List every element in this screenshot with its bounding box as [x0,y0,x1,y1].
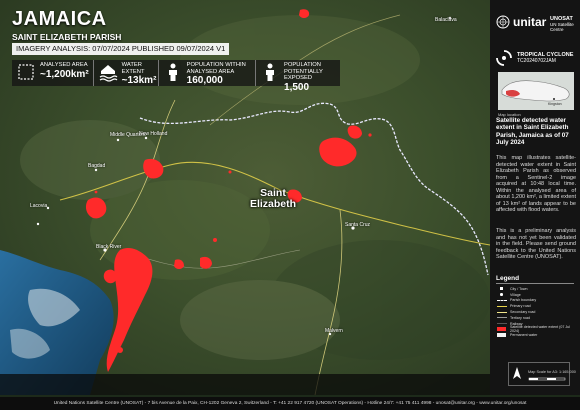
stat-water-extent: WATER EXTENT ~13km² [94,60,159,86]
legend-label: Primary road [510,304,531,309]
place-label: Balaclava [435,17,457,23]
inset-map: Kingston [498,72,574,110]
hazard-block: TROPICAL CYCLONE TC20240702JAM [496,50,573,66]
legend-divider [496,283,574,284]
stat-value: ~13km² [121,75,157,86]
stats-panel: ANALYSED AREA ~1,200km² WATER EXTENT ~13… [12,60,340,93]
north-arrow-icon [513,367,566,381]
line-dash-white-icon [496,299,507,301]
brand-name: unitar [513,15,547,29]
stat-label: POPULATION WITHIN ANALYSED AREA [186,62,246,75]
stat-label: WATER EXTENT [121,62,145,75]
place-label: Bagdad [88,163,106,169]
unitar-logo: unitar [496,15,546,29]
legend-label: Village [510,292,521,297]
line-lightyellow-icon [496,311,507,313]
legend-label: Permanent water [510,333,538,338]
place-label: New Holland [139,131,168,137]
scale-box [508,362,570,386]
fill-white-icon [497,333,506,338]
scale-text: Map Scale for A3: 1:165,000 [528,370,576,374]
stat-analysed-area: ANALYSED AREA ~1,200km² [12,60,94,86]
legend-title: Legend [496,275,520,282]
info-sidebar: unitar UNOSAT UN Satellite Centre TROPIC… [490,0,580,395]
footer: United Nations Satellite Centre (UNOSAT)… [0,397,580,410]
map-title: Satellite detected water extent in Saint… [496,117,569,146]
stat-value: ~1,200km² [40,68,89,80]
stat-label: ANALYSED AREA [40,62,88,68]
square-white-icon [500,287,503,291]
place-label: Lacovia [30,203,48,209]
stat-label: POPULATION POTENTIALLY EXPOSED [284,62,323,81]
analysis-date-bar: IMAGERY ANALYSIS: 07/07/2024 PUBLISHED 0… [12,43,230,55]
inset-label: Kingston [548,102,562,106]
water-icon [99,65,118,82]
line-yellow-icon [496,305,507,307]
stat-value: 160,000 [186,75,223,86]
person-icon [266,63,275,81]
metadata-strip [0,374,490,395]
org-line: UN Satellite Centre [550,22,574,32]
parish-label: Saint Elizabeth [249,187,297,210]
jamaica-outline [501,80,570,102]
dot-white-icon [500,293,503,296]
page-title: JAMAICA [12,8,107,30]
line-grey-icon [496,317,507,319]
fill-red-icon [497,327,506,332]
person-icon [168,63,177,81]
legend-label: City / Town [510,286,528,291]
place-label: Santa Cruz [345,222,371,228]
line-dark-icon [496,323,507,325]
place-label: Malvern [325,328,343,334]
legend: City / Town Village Parish boundary Prim… [496,286,576,338]
legend-label: Secondary road [510,310,536,315]
area-icon [18,64,34,80]
unosat-logo: UNOSAT UN Satellite Centre [550,16,580,32]
legend-label: Tertiary road [510,315,530,320]
page-subtitle: SAINT ELIZABETH PARISH [12,32,122,42]
glide-number: TC20240702JAM [517,58,556,64]
legend-label: Parish boundary [510,298,537,303]
un-emblem-icon [496,15,510,29]
place-label: Black River [96,244,122,250]
stat-value: 1,500 [284,81,310,93]
stat-population-exposed: POPULATION POTENTIALLY EXPOSED 1,500 [256,60,340,93]
map-description: This map illustrates satellite-detected … [496,155,576,213]
cyclone-icon [496,50,512,66]
stat-population-analysed: POPULATION WITHIN ANALYSED AREA 160,000 [159,60,257,86]
disclaimer-note: This is a preliminary analysis and has n… [496,228,576,260]
